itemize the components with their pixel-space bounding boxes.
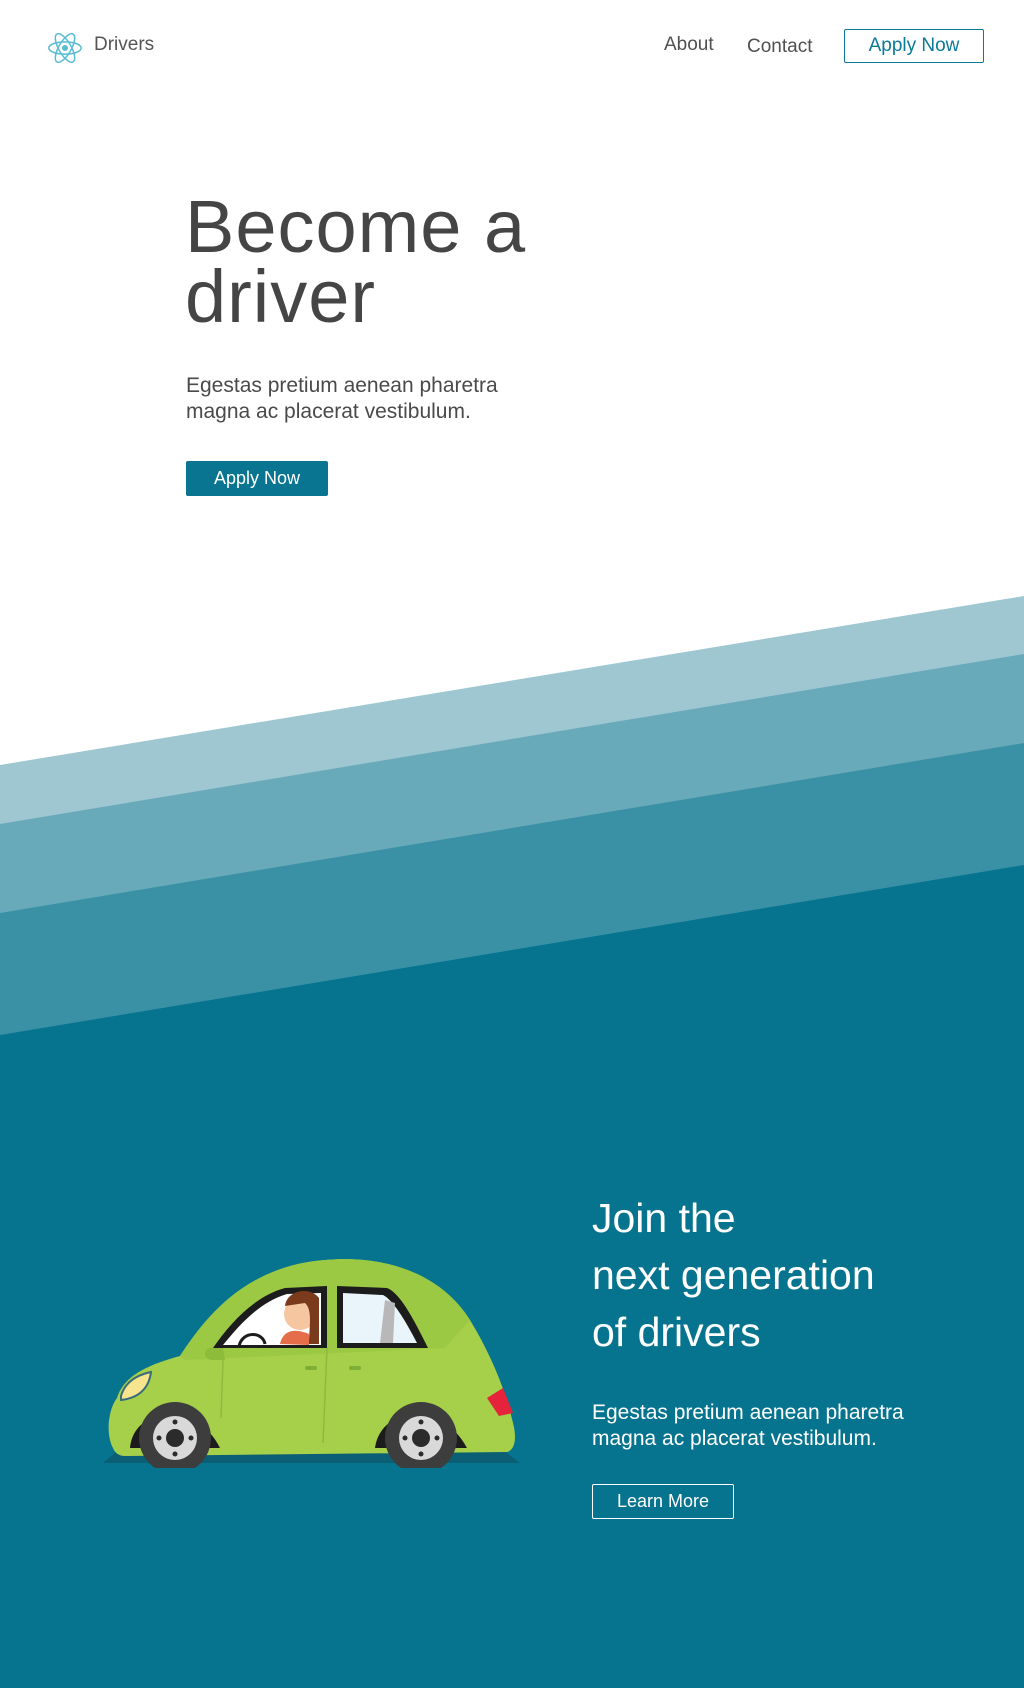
join-title: Join the next generation of drivers bbox=[592, 1190, 972, 1361]
atom-icon bbox=[48, 32, 82, 64]
nav-apply-button[interactable]: Apply Now bbox=[844, 29, 984, 63]
diagonal-bands bbox=[0, 596, 1024, 1688]
learn-more-button[interactable]: Learn More bbox=[592, 1484, 734, 1519]
join-title-line: Join the bbox=[592, 1195, 736, 1241]
hero-apply-button[interactable]: Apply Now bbox=[186, 461, 328, 496]
site-header: Drivers About Contact Apply Now bbox=[0, 0, 1024, 96]
door-handle bbox=[349, 1366, 361, 1370]
door-handle bbox=[305, 1366, 317, 1370]
car-illustration bbox=[103, 1259, 520, 1468]
join-title-line: of drivers bbox=[592, 1309, 761, 1355]
join-subtitle: Egestas pretium aenean pharetra magna ac… bbox=[592, 1401, 904, 1450]
join-title-line: next generation bbox=[592, 1252, 875, 1298]
hero-title: Become a driver bbox=[185, 190, 645, 334]
hero-subtitle: Egestas pretium aenean pharetra magna ac… bbox=[186, 374, 498, 423]
hero-title-line: driver bbox=[185, 255, 377, 338]
nav-contact-link[interactable]: Contact bbox=[747, 36, 812, 58]
brand[interactable]: Drivers bbox=[46, 28, 154, 68]
side-mirror bbox=[205, 1347, 225, 1360]
nav-about-link[interactable]: About bbox=[664, 34, 714, 56]
brand-name: Drivers bbox=[94, 34, 155, 55]
